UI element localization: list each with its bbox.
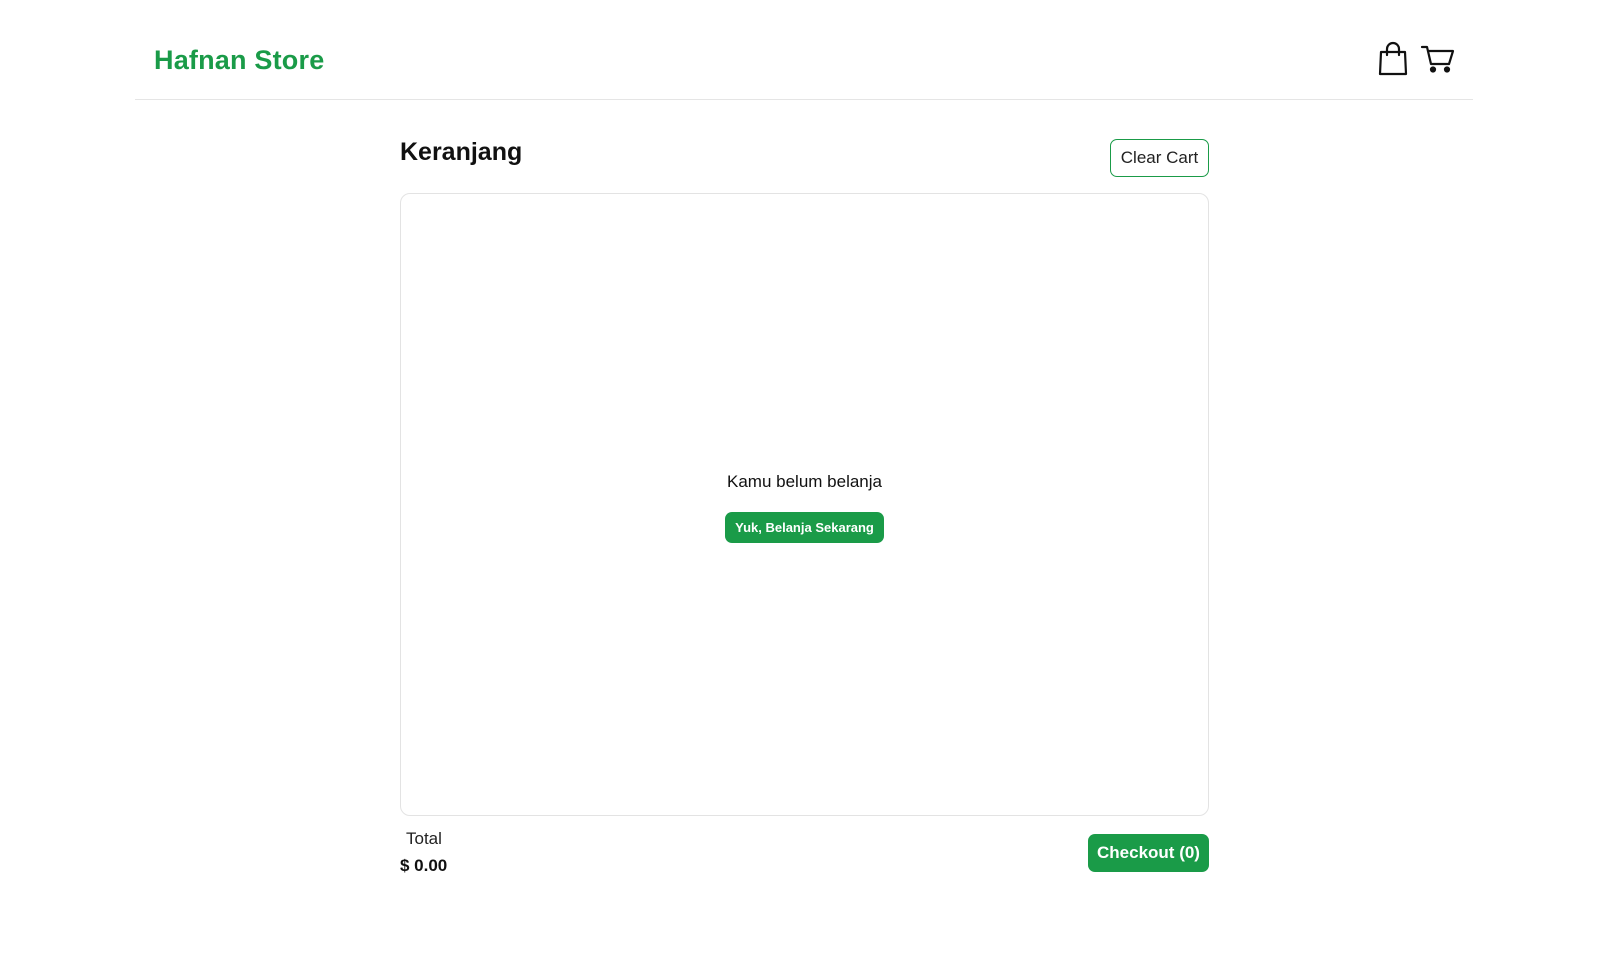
empty-cart-message: Kamu belum belanja [727,472,882,491]
brand-logo[interactable]: Hafnan Store [154,44,324,76]
clear-cart-button[interactable]: Clear Cart [1110,139,1209,177]
shopping-cart-icon[interactable] [1420,40,1456,76]
page-title: Keranjang [400,138,523,166]
shopping-bag-icon[interactable] [1375,40,1411,76]
total-value: $ 0.00 [400,856,448,875]
total-label: Total [406,829,442,848]
navbar: Hafnan Store [135,0,1473,100]
checkout-button[interactable]: Checkout (0) [1088,834,1209,872]
cart-items-panel: Kamu belum belanja Yuk, Belanja Sekarang [400,193,1209,816]
shop-now-button[interactable]: Yuk, Belanja Sekarang [725,512,884,543]
